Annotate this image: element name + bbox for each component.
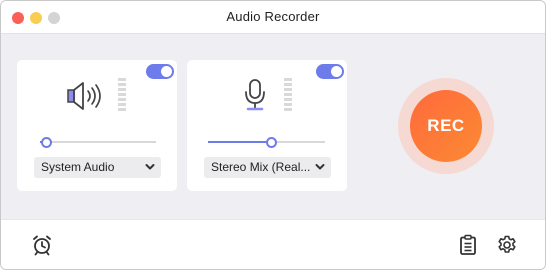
clipboard-list-icon[interactable] xyxy=(457,234,479,256)
system-audio-toggle[interactable] xyxy=(146,64,174,79)
microphone-panel: Stereo Mix (Real... xyxy=(187,60,347,191)
chevron-down-icon xyxy=(145,164,155,170)
system-audio-panel: System Audio xyxy=(17,60,177,191)
toggle-knob xyxy=(161,66,172,77)
audio-recorder-window: Audio Recorder System Audio Stereo Mix (… xyxy=(0,0,546,270)
title-bar: Audio Recorder xyxy=(1,1,545,34)
system-audio-source-label: System Audio xyxy=(41,160,115,174)
microphone-icon xyxy=(245,79,265,111)
microphone-volume-fill xyxy=(208,141,272,143)
microphone-source-label: Stereo Mix (Real... xyxy=(211,160,311,174)
record-button-ring: REC xyxy=(398,78,494,174)
microphone-toggle[interactable] xyxy=(316,64,344,79)
toggle-knob xyxy=(331,66,342,77)
system-audio-volume-slider[interactable] xyxy=(40,135,156,149)
chevron-down-icon xyxy=(315,164,325,170)
microphone-volume-thumb[interactable] xyxy=(266,137,278,148)
window-title: Audio Recorder xyxy=(226,9,320,24)
system-audio-volume-thumb[interactable] xyxy=(40,137,52,148)
microphone-source-select[interactable]: Stereo Mix (Real... xyxy=(204,157,331,178)
speaker-icon xyxy=(67,82,101,110)
gear-icon[interactable] xyxy=(496,234,518,256)
microphone-volume-slider[interactable] xyxy=(208,135,325,149)
bottom-toolbar xyxy=(1,219,545,269)
system-audio-level-meter xyxy=(118,78,126,113)
system-audio-source-select[interactable]: System Audio xyxy=(34,157,161,178)
record-button[interactable]: REC xyxy=(410,90,482,162)
microphone-level-meter xyxy=(284,78,292,113)
alarm-clock-icon[interactable] xyxy=(31,234,53,256)
